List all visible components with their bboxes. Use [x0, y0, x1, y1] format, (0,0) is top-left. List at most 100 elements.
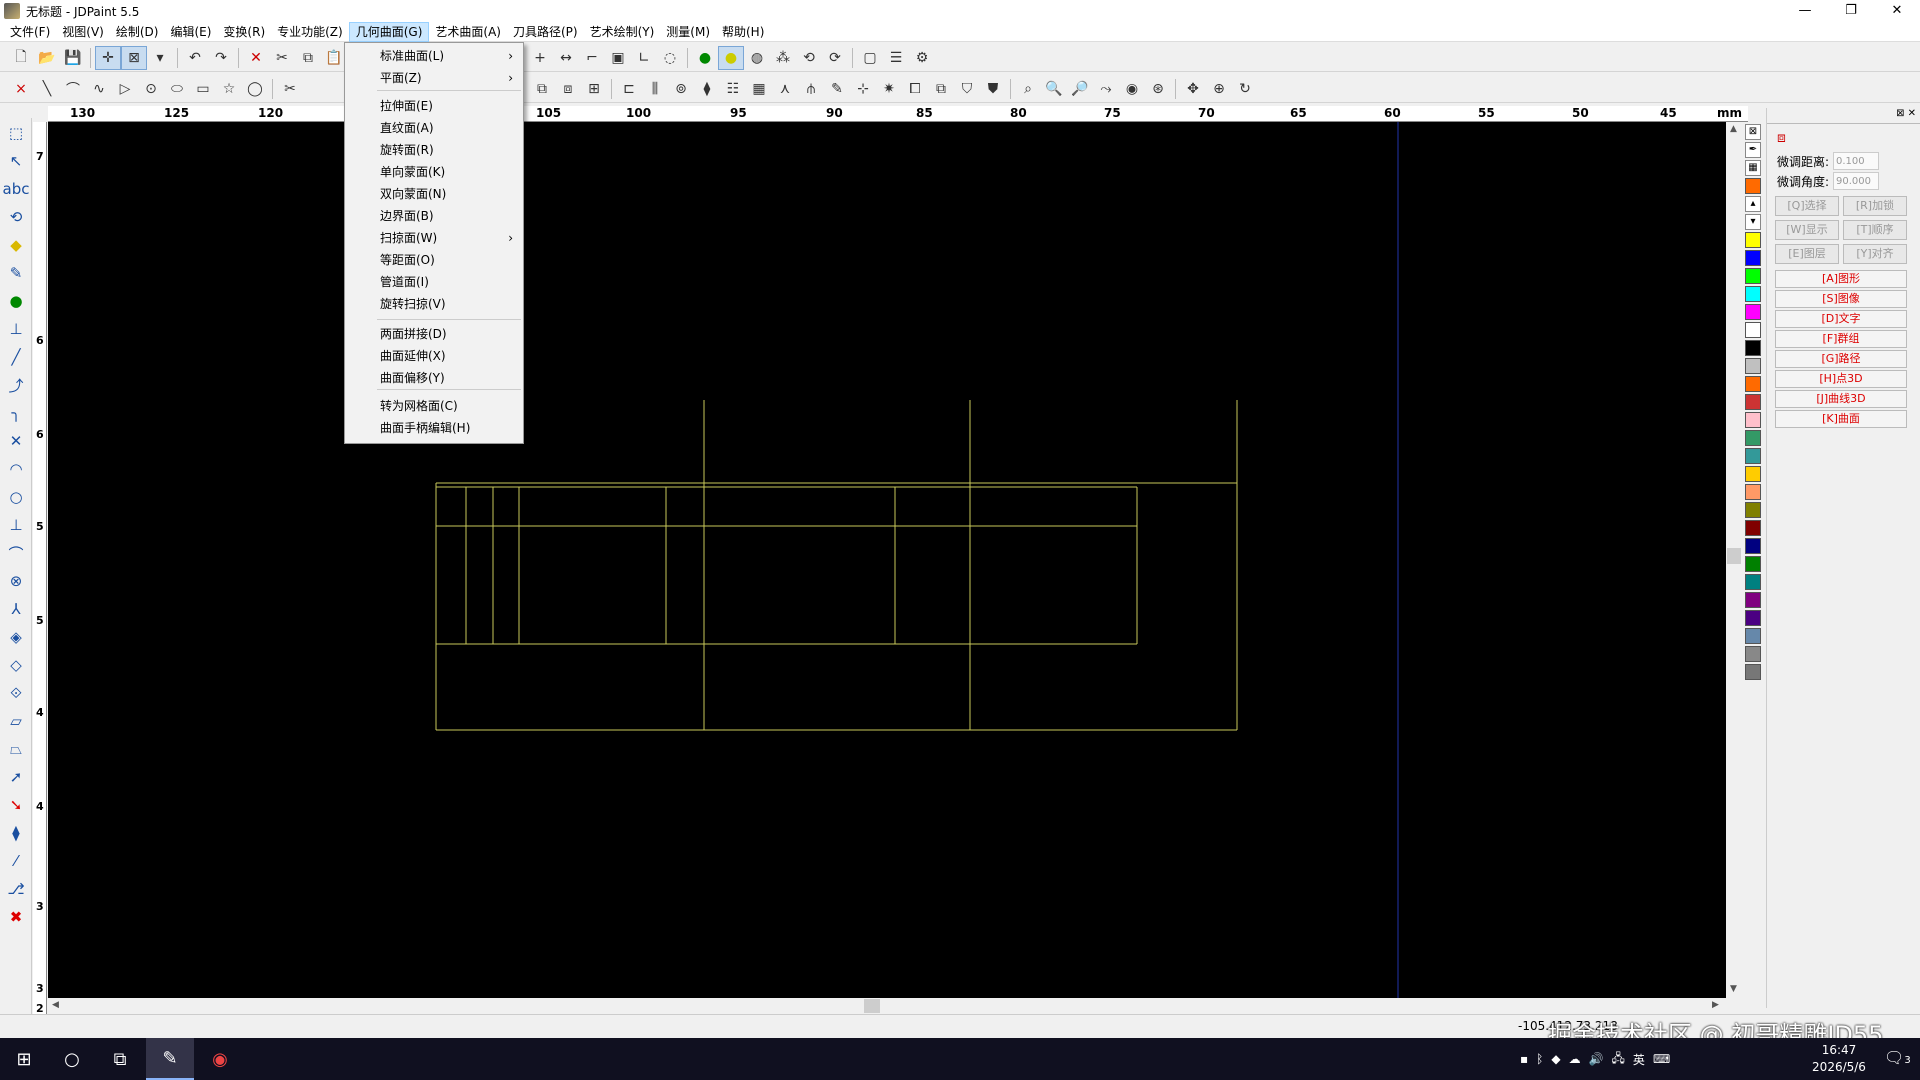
fill-tool-icon[interactable]: ◆ [2, 232, 30, 258]
plane-tool-icon[interactable]: ⏥ [2, 708, 30, 734]
menu-item[interactable]: 标准曲面(L) › [345, 45, 523, 67]
cut-icon[interactable]: ✂ [269, 46, 295, 70]
zoom-window-icon[interactable]: ⌕ [1015, 77, 1041, 101]
menu-item[interactable]: 平面(Z) › [345, 67, 523, 89]
menu-item[interactable]: 单向蒙面(K) [345, 161, 523, 183]
perpendicular-tool-icon[interactable]: ⊥ [2, 512, 30, 538]
color-swatch[interactable] [1745, 502, 1761, 518]
show-button[interactable]: [W]显示 [1775, 220, 1839, 240]
brush-tool-icon[interactable]: ⁄ [2, 848, 30, 874]
zoom-all-icon[interactable]: ⊛ [1145, 77, 1171, 101]
menu-file[interactable]: 文件(F) [4, 22, 56, 42]
pen-tool-icon[interactable]: ✎ [2, 260, 30, 286]
tray-shield-icon[interactable]: ◆ [1551, 1052, 1560, 1066]
eyedropper-icon[interactable]: ✒ [1745, 142, 1761, 158]
color-swatch[interactable] [1745, 574, 1761, 590]
settings-icon[interactable]: ⚙ [909, 46, 935, 70]
star-icon[interactable]: ☆ [216, 77, 242, 101]
add-point-icon[interactable]: + [527, 46, 553, 70]
cube-icon[interactable]: ▢ [857, 46, 883, 70]
large-circle-icon[interactable]: ◯ [242, 77, 268, 101]
network-icon[interactable]: 🖧 [1612, 1049, 1625, 1070]
drawing-canvas[interactable] [48, 122, 1726, 998]
color-swatch[interactable] [1745, 556, 1761, 572]
color-swatch[interactable] [1745, 394, 1761, 410]
no-color-icon[interactable]: ⊠ [1745, 124, 1761, 140]
color-swatch[interactable] [1745, 358, 1761, 374]
system-clock[interactable]: 16:47 2026/5/6 [1796, 1042, 1882, 1076]
save-icon[interactable]: 💾 [60, 46, 86, 70]
color-swatch[interactable] [1745, 304, 1761, 320]
menu-help[interactable]: 帮助(H) [716, 22, 770, 42]
notification-center-icon[interactable]: 🗨3 [1884, 1048, 1911, 1067]
color-swatch[interactable] [1745, 340, 1761, 356]
zoom-path-icon[interactable]: ⤳ [1093, 77, 1119, 101]
open-file-icon[interactable]: 📂 [34, 46, 60, 70]
surface-tool-icon[interactable]: ● [2, 288, 30, 314]
point-icon[interactable]: × [8, 77, 34, 101]
color-swatch[interactable] [1745, 466, 1761, 482]
menu-item[interactable]: 扫掠面(W) › [345, 227, 523, 249]
transform-tool-icon[interactable]: ⟲ [2, 204, 30, 230]
color-swatch[interactable] [1745, 628, 1761, 644]
zoom-out-icon[interactable]: 🔎 [1067, 77, 1093, 101]
array-icon[interactable]: ⊚ [668, 77, 694, 101]
delete-icon[interactable]: ✕ [243, 46, 269, 70]
menu-item[interactable]: 转为网格面(C) [345, 395, 523, 417]
bluetooth-icon[interactable]: ᛒ [1536, 1052, 1543, 1066]
menu-view[interactable]: 视图(V) [56, 22, 110, 42]
refresh-icon[interactable]: ↻ [1232, 77, 1258, 101]
magnify-icon[interactable]: ⊕ [1206, 77, 1232, 101]
color-swatch[interactable] [1745, 520, 1761, 536]
rectangle-icon[interactable]: ▭ [190, 77, 216, 101]
curve-tool-icon[interactable]: ⤴ [2, 372, 30, 398]
menu-draw[interactable]: 绘制(D) [110, 22, 165, 42]
stack-icon[interactable]: ☷ [720, 77, 746, 101]
scroll-left-arrow-icon[interactable]: ◀ [52, 1000, 59, 1010]
filter-curve3d-button[interactable]: [J]曲线3D [1775, 390, 1907, 408]
menu-item[interactable]: 直纹面(A) [345, 117, 523, 139]
combine-icon[interactable]: ⧠ [902, 77, 928, 101]
search-button[interactable]: ○ [48, 1038, 96, 1080]
color-swatch[interactable] [1745, 322, 1761, 338]
new-file-icon[interactable]: 🗋 [8, 46, 34, 70]
chrome-taskbar-icon[interactable]: ◉ [196, 1038, 244, 1080]
pattern-icon[interactable]: ▦ [1745, 160, 1761, 176]
tray-cloud-icon[interactable]: ☁ [1569, 1052, 1581, 1066]
scroll-right-arrow-icon[interactable]: ▶ [1712, 1000, 1719, 1010]
select-tool-icon[interactable]: ⬚ [2, 120, 30, 146]
filter-shape-button[interactable]: [A]图形 [1775, 270, 1907, 288]
polyline-icon[interactable]: ▷ [112, 77, 138, 101]
color-swatch[interactable] [1745, 538, 1761, 554]
pan-icon[interactable]: ✥ [1180, 77, 1206, 101]
color-swatch[interactable] [1745, 592, 1761, 608]
menu-item[interactable]: 旋转扫掠(V) [345, 293, 523, 315]
arc-tool-icon[interactable]: ◠ [2, 456, 30, 482]
view-eye-icon[interactable]: ◉ [1119, 77, 1145, 101]
node-edit-icon[interactable]: ⋏ [772, 77, 798, 101]
circle-tool-icon[interactable]: ○ [2, 484, 30, 510]
filter-image-button[interactable]: [S]图像 [1775, 290, 1907, 308]
menu-item[interactable]: 双向蒙面(N) [345, 183, 523, 205]
scroll-down-arrow-icon[interactable]: ▼ [1730, 984, 1737, 994]
cancel-tool-icon[interactable]: ✖ [2, 904, 30, 930]
stack-tool-icon[interactable]: ⧫ [2, 820, 30, 846]
color-swatch[interactable] [1745, 232, 1761, 248]
maximize-button[interactable]: ❐ [1828, 0, 1874, 22]
menu-item[interactable]: 等距面(O) [345, 249, 523, 271]
scissors-icon[interactable]: ✂ [277, 77, 303, 101]
align-button[interactable]: [Y]对齐 [1843, 244, 1907, 264]
ime-icon[interactable]: ⌨ [1653, 1052, 1670, 1066]
color-swatch[interactable] [1745, 610, 1761, 626]
palette-up-icon[interactable]: ▴ [1745, 196, 1761, 212]
layer-button[interactable]: [E]图层 [1775, 244, 1839, 264]
horizontal-scroll-thumb[interactable] [864, 999, 880, 1013]
shield-icon[interactable]: ⛉ [954, 77, 980, 101]
filter-surface-button[interactable]: [K]曲面 [1775, 410, 1907, 428]
rotate-left-icon[interactable]: ⟲ [796, 46, 822, 70]
group-icon[interactable]: ⧉ [529, 77, 555, 101]
copy-icon[interactable]: ⧉ [295, 46, 321, 70]
measure-tool-icon[interactable]: ⊥ [2, 316, 30, 342]
filter-text-button[interactable]: [D]文字 [1775, 310, 1907, 328]
angle-icon[interactable]: ∟ [631, 46, 657, 70]
